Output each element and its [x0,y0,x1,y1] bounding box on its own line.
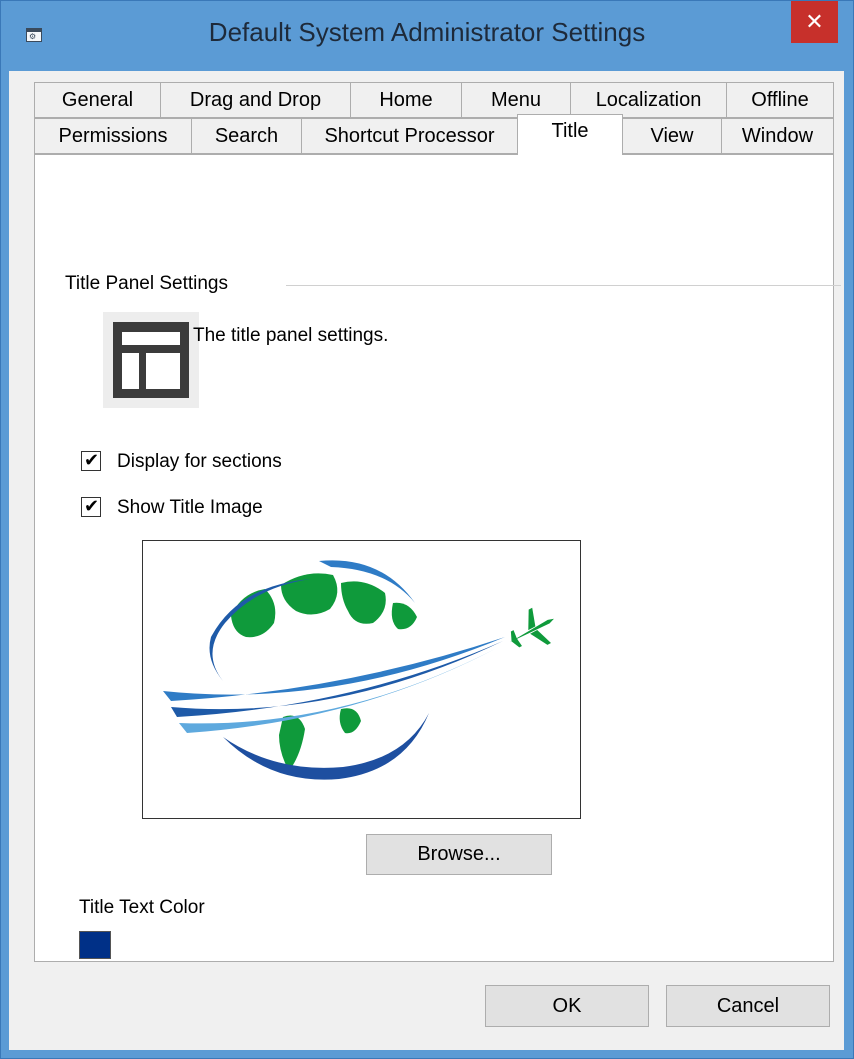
tab-menu[interactable]: Menu [461,82,571,118]
tab-shortcut-processor[interactable]: Shortcut Processor [301,118,518,154]
tab-general[interactable]: General [34,82,161,118]
tab-home[interactable]: Home [350,82,462,118]
title-panel-layout-icon [103,312,199,408]
panel-description: The title panel settings. [193,325,389,346]
display-for-sections-label[interactable]: Display for sections [117,451,282,473]
dialog-client-area: General Drag and Drop Home Menu Localiza… [9,71,844,1050]
display-for-sections-checkbox[interactable]: ✔ [81,450,101,471]
group-title: Title Panel Settings [65,273,228,294]
show-title-image-label[interactable]: Show Title Image [117,497,263,519]
tab-offline[interactable]: Offline [726,82,834,118]
title-image-preview[interactable] [142,540,581,819]
tab-permissions[interactable]: Permissions [34,118,192,154]
close-button[interactable]: ✕ [791,1,838,43]
title-text-color-swatch[interactable] [79,931,111,959]
tab-window[interactable]: Window [721,118,834,154]
window-title: Default System Administrator Settings [208,17,646,47]
checkmark-icon: ✔ [84,496,100,516]
tab-view[interactable]: View [622,118,722,154]
tab-drag-and-drop[interactable]: Drag and Drop [160,82,351,118]
title-bar[interactable]: ⚙ Default System Administrator Settings … [1,1,853,71]
show-title-image-checkbox[interactable]: ✔ [81,496,101,517]
tab-title[interactable]: Title [517,114,623,155]
title-tab-panel: Title Panel Settings The title panel set… [34,154,841,962]
group-divider [286,285,841,286]
title-text-color-label: Title Text Color [79,897,205,918]
ok-button[interactable]: OK [485,985,649,1027]
checkmark-icon: ✔ [84,450,100,470]
browse-button[interactable]: Browse... [366,834,552,875]
settings-window: ⚙ Default System Administrator Settings … [0,0,854,1059]
cancel-button[interactable]: Cancel [666,985,830,1027]
tab-localization[interactable]: Localization [570,82,727,118]
tab-search[interactable]: Search [191,118,302,154]
globe-airplane-logo [163,560,554,780]
